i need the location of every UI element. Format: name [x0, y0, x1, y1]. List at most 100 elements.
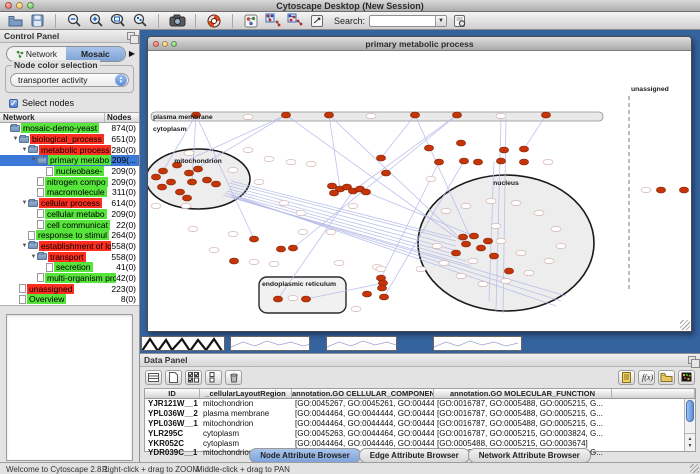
node-highlighted[interactable]: [424, 145, 433, 151]
node-highlighted[interactable]: [249, 236, 258, 242]
node-unselected[interactable]: [376, 266, 386, 271]
delete-attribute-button[interactable]: [225, 370, 242, 385]
node-highlighted[interactable]: [273, 296, 282, 302]
node-highlighted[interactable]: [281, 112, 290, 118]
node-highlighted[interactable]: [452, 112, 461, 118]
node-highlighted[interactable]: [459, 158, 468, 164]
tabs-overflow-arrow[interactable]: ▶: [129, 49, 135, 58]
node-highlighted[interactable]: [456, 140, 465, 146]
node-highlighted[interactable]: [324, 112, 333, 118]
attribute-table-header[interactable]: ID_cellularLayoutRegionannotation.GO CEL…: [145, 389, 695, 399]
node-highlighted[interactable]: [473, 159, 482, 165]
node-color-dropdown[interactable]: transporter activity ▲▼: [10, 73, 129, 87]
node-unselected[interactable]: [456, 273, 466, 278]
scrollbar-thumb[interactable]: [686, 400, 694, 422]
heatmap-button[interactable]: [678, 370, 695, 385]
window-thumbnail[interactable]: [433, 336, 522, 351]
network-view-window[interactable]: primary metabolic process plasma membran…: [147, 36, 692, 332]
select-nodes-row[interactable]: ✓ Select nodes: [9, 98, 139, 108]
import-attributes-button[interactable]: [658, 370, 675, 385]
save-session-button[interactable]: [28, 13, 46, 28]
network-window-titlebar[interactable]: primary metabolic process: [148, 37, 691, 51]
create-attribute-button[interactable]: [165, 370, 182, 385]
tree-column-network[interactable]: Network: [0, 113, 105, 122]
tree-row[interactable]: ▼transport558(0): [0, 251, 139, 262]
window-thumbnail[interactable]: [141, 336, 225, 351]
tree-row[interactable]: cellular metabo209(0): [0, 209, 139, 220]
node-highlighted[interactable]: [151, 174, 160, 180]
search-input[interactable]: ▼: [369, 15, 447, 27]
node-unselected[interactable]: [491, 223, 501, 228]
node-unselected[interactable]: [209, 247, 219, 252]
advanced-search-button[interactable]: [451, 13, 469, 28]
tree-row[interactable]: nucleobase-209(0): [0, 166, 139, 177]
table-row[interactable]: YKR052Ccytoplasm[GO:0044464, GO:0044446,…: [145, 438, 695, 448]
node-highlighted[interactable]: [461, 241, 470, 247]
close-button[interactable]: [5, 2, 12, 9]
node-highlighted[interactable]: [458, 234, 467, 240]
node-unselected[interactable]: [243, 147, 253, 152]
tree-row[interactable]: mosaic-demo-yeast874(0): [0, 123, 139, 134]
node-unselected[interactable]: [441, 208, 451, 213]
node-highlighted[interactable]: [379, 294, 388, 300]
node-highlighted[interactable]: [361, 189, 370, 195]
node-highlighted[interactable]: [158, 168, 167, 174]
vizmapper-button[interactable]: [242, 13, 260, 28]
node-highlighted[interactable]: [362, 291, 371, 297]
node-unselected[interactable]: [288, 295, 298, 300]
node-highlighted[interactable]: [202, 177, 211, 183]
node-highlighted[interactable]: [469, 233, 478, 239]
node-unselected[interactable]: [279, 200, 289, 205]
edge[interactable]: [381, 115, 415, 158]
node-highlighted[interactable]: [184, 170, 193, 176]
zoom-in-button[interactable]: [87, 13, 105, 28]
node-highlighted[interactable]: [376, 155, 385, 161]
tab-node-attribute-browser[interactable]: Node Attribute Browser: [249, 448, 361, 463]
node-unselected[interactable]: [556, 243, 566, 248]
node-highlighted[interactable]: [483, 238, 492, 244]
node-highlighted[interactable]: [157, 184, 166, 190]
tree-row[interactable]: ▼biological_process651(0): [0, 134, 139, 145]
node-unselected[interactable]: [366, 113, 376, 118]
tree-expand-icon[interactable]: ▼: [21, 243, 28, 249]
network-window-controls[interactable]: [153, 41, 177, 47]
node-unselected[interactable]: [534, 210, 544, 215]
node-unselected[interactable]: [551, 226, 561, 231]
node-highlighted[interactable]: [187, 179, 196, 185]
tree-row[interactable]: Overview8(0): [0, 294, 139, 305]
node-unselected[interactable]: [468, 258, 478, 263]
node-highlighted[interactable]: [656, 187, 665, 193]
unselect-all-attributes-button[interactable]: [205, 370, 222, 385]
node-highlighted[interactable]: [182, 195, 191, 201]
annotation-button[interactable]: [308, 13, 326, 28]
node-unselected[interactable]: [249, 259, 259, 264]
node-highlighted[interactable]: [451, 250, 460, 256]
window-controls[interactable]: [5, 2, 34, 9]
table-row[interactable]: YLR295Ccytoplasm[GO:0045263, GO:0044464,…: [145, 428, 695, 438]
node-unselected[interactable]: [151, 203, 161, 208]
node-highlighted[interactable]: [504, 268, 513, 274]
node-unselected[interactable]: [496, 113, 506, 118]
table-column-header[interactable]: annotation.GO MOLECULAR_FUNCTION: [434, 389, 612, 398]
tree-expand-icon[interactable]: ▼: [30, 157, 37, 163]
node-unselected[interactable]: [243, 114, 253, 119]
tab-network-attribute-browser[interactable]: Network Attribute Browser: [468, 448, 591, 463]
node-highlighted[interactable]: [175, 189, 184, 195]
table-scrollbar[interactable]: ▲▼: [684, 399, 695, 451]
node-highlighted[interactable]: [434, 159, 443, 165]
table-row[interactable]: YPL036W__1mitochondrion[GO:0044464, GO:0…: [145, 419, 695, 429]
node-highlighted[interactable]: [541, 112, 550, 118]
edge[interactable]: [329, 115, 340, 189]
node-unselected[interactable]: [326, 229, 336, 234]
window-resize-grip[interactable]: [680, 320, 690, 330]
tree-row[interactable]: secretion41(0): [0, 262, 139, 273]
node-unselected[interactable]: [264, 156, 274, 161]
node-unselected[interactable]: [486, 198, 496, 203]
node-highlighted[interactable]: [211, 181, 220, 187]
table-row[interactable]: YJR121W__1mitochondrion[GO:0045267, GO:0…: [145, 399, 695, 409]
node-unselected[interactable]: [298, 229, 308, 234]
network-zoom-button[interactable]: [171, 41, 177, 47]
tree-row[interactable]: ▼metabolic process280(0): [0, 144, 139, 155]
node-highlighted[interactable]: [329, 190, 338, 196]
minimize-button[interactable]: [16, 2, 23, 9]
